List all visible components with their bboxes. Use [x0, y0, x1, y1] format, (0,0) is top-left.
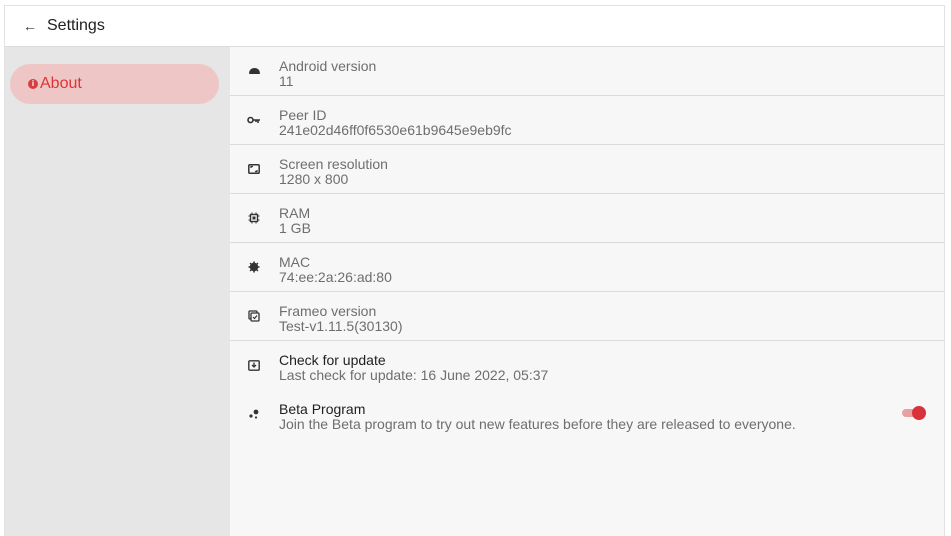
- row-value: 1 GB: [279, 220, 311, 236]
- android-icon: [246, 63, 262, 79]
- row-title: RAM: [279, 205, 311, 221]
- toggle-thumb: [912, 406, 926, 420]
- row-value: Test-v1.11.5(30130): [279, 318, 403, 334]
- android-version-row: Android version 11: [230, 47, 944, 96]
- row-title: Peer ID: [279, 107, 327, 123]
- screen-resolution-row: Screen resolution 1280 x 800: [230, 145, 944, 194]
- frameo-version-row: Frameo version Test-v1.11.5(30130): [230, 292, 944, 341]
- arrow-left-icon: ←: [23, 18, 37, 34]
- beta-program-row: Beta Program Join the Beta program to tr…: [230, 390, 944, 438]
- screen-resolution-icon: [246, 161, 262, 177]
- check-for-update-row[interactable]: Check for update Last check for update: …: [230, 341, 944, 389]
- row-value: Last check for update: 16 June 2022, 05:…: [279, 367, 549, 383]
- row-title: MAC: [279, 254, 311, 270]
- row-value: 11: [279, 73, 294, 89]
- back-button[interactable]: ←: [15, 11, 45, 41]
- row-value: 241e02d46ff0f6530e61b9645e9eb9fc: [279, 122, 512, 138]
- settings-sidebar: i About: [5, 47, 230, 536]
- row-title: Frameo version: [279, 303, 377, 319]
- key-icon: [246, 112, 262, 128]
- settings-window: ← Settings i About Android version 11 Pe…: [4, 5, 945, 536]
- system-update-icon: [246, 357, 262, 373]
- app-version-icon: [246, 308, 262, 324]
- mac-row: MAC 74:ee:2a:26:ad:80: [230, 243, 944, 292]
- ram-row: RAM 1 GB: [230, 194, 944, 243]
- row-value: 74:ee:2a:26:ad:80: [279, 269, 392, 285]
- row-value: 1280 x 800: [279, 171, 349, 187]
- row-title: Android version: [279, 58, 377, 74]
- peer-id-row: Peer ID 241e02d46ff0f6530e61b9645e9eb9fc: [230, 96, 944, 145]
- memory-chip-icon: [246, 210, 262, 226]
- app-bar: ← Settings: [5, 6, 944, 47]
- beta-icon: [246, 406, 262, 422]
- sidebar-item-about[interactable]: i About: [10, 64, 219, 104]
- row-value: Join the Beta program to try out new fea…: [279, 416, 796, 432]
- about-panel: Android version 11 Peer ID 241e02d46ff0f…: [230, 47, 944, 536]
- page-title: Settings: [47, 17, 105, 34]
- sidebar-item-label: About: [40, 75, 82, 92]
- row-title: Screen resolution: [279, 156, 388, 172]
- beta-program-toggle[interactable]: [900, 406, 926, 420]
- gear-icon: [246, 259, 262, 275]
- row-title: Check for update: [279, 352, 386, 368]
- info-icon: i: [28, 79, 38, 89]
- row-title: Beta Program: [279, 401, 366, 417]
